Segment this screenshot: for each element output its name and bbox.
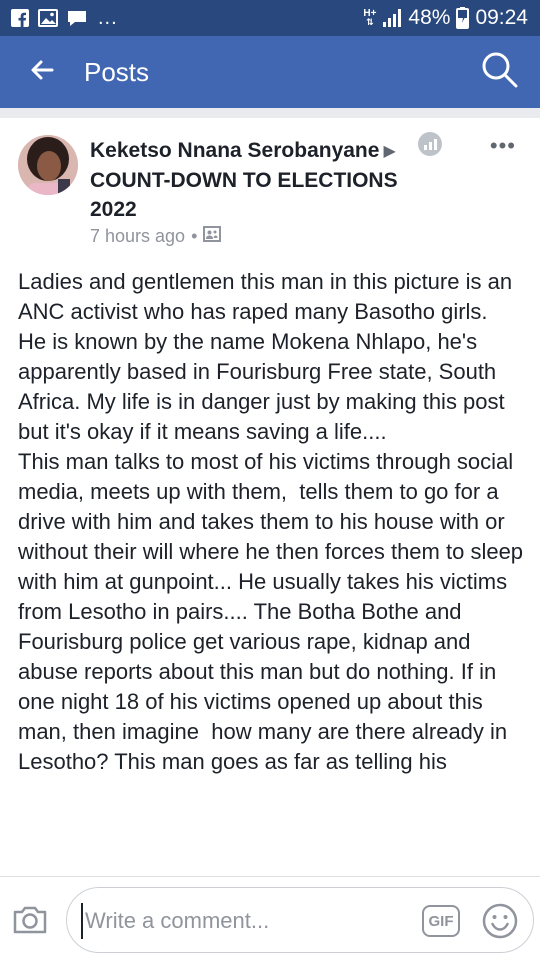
- insights-icon[interactable]: [418, 132, 442, 156]
- more-options-icon[interactable]: •••: [490, 135, 516, 157]
- status-bar-system: H+ ⇅ 48% 09:24: [363, 6, 528, 30]
- comment-input[interactable]: [81, 903, 401, 939]
- author-name[interactable]: Keketso Nnana Serobanyane: [90, 139, 379, 162]
- search-button[interactable]: [478, 50, 522, 94]
- comment-input-container: GIF: [66, 887, 534, 953]
- post-text: Ladies and gentlemen this man in this pi…: [18, 269, 524, 774]
- more-notifications-indicator: ...: [98, 6, 118, 29]
- privacy-icon: [203, 225, 222, 248]
- gallery-icon: [38, 9, 58, 27]
- signal-icon: [382, 8, 402, 28]
- page-title: Posts: [84, 56, 150, 87]
- camera-button[interactable]: [12, 904, 48, 936]
- clock: 09:24: [475, 6, 528, 29]
- search-icon: [481, 51, 519, 94]
- app-bar: Posts: [0, 36, 540, 108]
- camera-icon: [12, 906, 48, 940]
- facebook-icon: [10, 8, 30, 28]
- messenger-icon: [66, 8, 88, 28]
- post-header: Keketso Nnana Serobanyane ▶ COUNT-DOWN TO …: [90, 136, 410, 224]
- comment-composer: GIF: [0, 876, 540, 960]
- group-name[interactable]: COUNT-DOWN TO ELECTIONS 2022: [90, 169, 398, 221]
- author-avatar[interactable]: [18, 135, 78, 195]
- emoji-icon: [481, 903, 519, 944]
- battery-percent: 48%: [408, 6, 451, 29]
- meta-separator: •: [191, 226, 198, 246]
- back-button[interactable]: [0, 36, 84, 108]
- gif-icon[interactable]: GIF: [422, 905, 460, 937]
- shared-to-arrow-icon: ▶: [383, 143, 396, 160]
- network-icon: H+ ⇅: [363, 8, 377, 27]
- post-card: Keketso Nnana Serobanyane ▶ COUNT-DOWN TO …: [0, 118, 540, 876]
- post-timestamp[interactable]: 7 hours ago: [90, 226, 185, 247]
- status-bar-notifications: ...: [10, 7, 118, 30]
- emoji-button[interactable]: [481, 902, 519, 940]
- status-bar: ... H+ ⇅ 48% 09:24: [0, 0, 540, 36]
- post-meta: 7 hours ago •: [90, 225, 222, 248]
- battery-icon: [456, 7, 470, 29]
- back-arrow-icon: [30, 59, 54, 86]
